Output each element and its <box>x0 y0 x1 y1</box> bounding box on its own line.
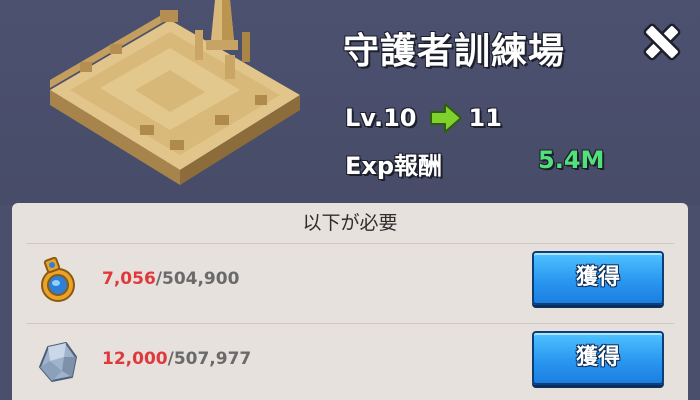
divider <box>26 243 674 244</box>
divider <box>26 323 674 324</box>
requirement-row: 12,000/507,977 獲得 <box>12 327 688 400</box>
close-icon[interactable] <box>640 20 684 64</box>
exp-reward-value: 5.4M <box>538 146 605 174</box>
next-level: 11 <box>468 104 502 132</box>
requirements-panel: 以下が必要 7,056/504,900 獲得 12,000/507,977 獲得 <box>12 203 688 400</box>
requirements-header: 以下が必要 <box>302 212 398 234</box>
gold-ring-medal-icon <box>41 257 75 302</box>
building-info-area: 守護者訓練場 Lv.10 11 Exp報酬 5.4M <box>0 0 700 205</box>
guardian-training-ground-image <box>50 0 300 185</box>
requirement-amount: 7,056/504,900 <box>102 269 239 289</box>
stone-ore-icon <box>39 342 77 382</box>
requirement-row: 7,056/504,900 獲得 <box>12 247 688 323</box>
exp-reward-label: Exp報酬 <box>345 152 443 180</box>
requirement-amount: 12,000/507,977 <box>102 349 251 369</box>
get-button[interactable]: 獲得 <box>532 251 664 305</box>
get-button[interactable]: 獲得 <box>532 331 664 385</box>
current-level: Lv.10 <box>345 104 417 132</box>
owned-amount: 12,000 <box>102 349 168 369</box>
required-amount: /507,977 <box>167 349 252 369</box>
required-amount: /504,900 <box>155 269 240 289</box>
level-row: Lv.10 11 <box>345 100 502 136</box>
green-arrow-right-icon <box>429 103 462 133</box>
page-title: 守護者訓練場 <box>343 31 566 72</box>
owned-amount: 7,056 <box>102 269 156 289</box>
